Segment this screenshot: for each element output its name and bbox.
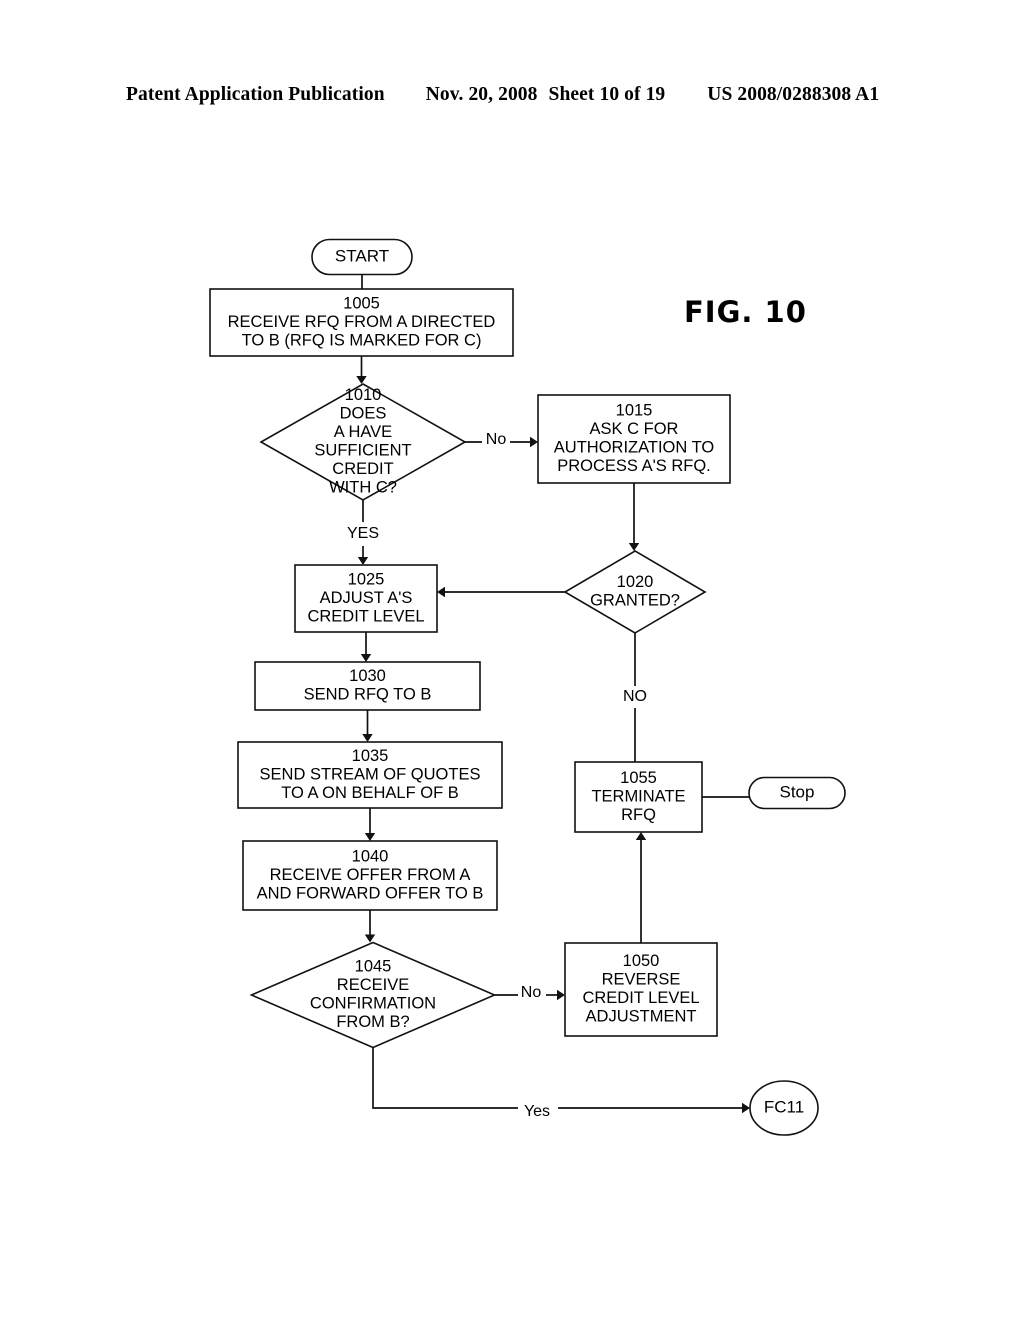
flow-node-text: 1050 bbox=[623, 952, 660, 970]
flow-node-text: A HAVE bbox=[334, 423, 392, 441]
connector-line bbox=[372, 1047, 518, 1109]
flow-node-text: TO A ON BEHALF OF B bbox=[281, 784, 459, 802]
flow-node-text: TO B (RFQ IS MARKED FOR C) bbox=[242, 331, 482, 349]
connector-arrowhead bbox=[530, 436, 538, 448]
flow-node-text: RECEIVE RFQ FROM A DIRECTED bbox=[228, 313, 496, 331]
flow-node-1055: 1055TERMINATERFQ bbox=[574, 761, 703, 833]
flow-node-text: ASK C FOR bbox=[590, 420, 679, 438]
flow-node-text: PROCESS A'S RFQ. bbox=[557, 457, 711, 475]
flow-node-text: SUFFICIENT bbox=[314, 442, 411, 460]
connector-arrowhead bbox=[357, 557, 369, 565]
flow-node-start: START bbox=[311, 238, 413, 276]
connector-arrowhead bbox=[362, 734, 373, 742]
flow-node-text: 1015 bbox=[616, 402, 653, 420]
edge-label-lbl-no-1020: NO bbox=[623, 688, 647, 705]
flow-node-1045: 1045RECEIVECONFIRMATIONFROM B? bbox=[249, 941, 497, 1049]
flow-node-text: TERMINATE bbox=[591, 787, 685, 805]
edge-label-lbl-no-1045: No bbox=[521, 984, 542, 1001]
flow-node-1020: 1020GRANTED? bbox=[563, 550, 707, 634]
connector-arrowhead bbox=[437, 586, 445, 598]
flow-node-text: 1045 bbox=[355, 958, 392, 976]
flow-node-1050: 1050REVERSECREDIT LEVELADJUSTMENT bbox=[564, 942, 718, 1037]
connector-arrowhead bbox=[356, 376, 367, 384]
flow-node-text: CREDIT LEVEL bbox=[582, 989, 699, 1007]
patent-figure-page: Patent Application Publication Nov. 20, … bbox=[0, 0, 1024, 1320]
flow-node-text: DOES bbox=[340, 405, 387, 423]
flow-node-1005: 1005RECEIVE RFQ FROM A DIRECTEDTO B (RFQ… bbox=[209, 288, 514, 357]
flow-node-text: CONFIRMATION bbox=[310, 995, 436, 1013]
flow-node-text: ADJUST A'S bbox=[320, 589, 413, 607]
flow-node-text: Stop bbox=[780, 782, 815, 801]
flow-node-text: AND FORWARD OFFER TO B bbox=[257, 884, 484, 902]
flow-node-text: GRANTED? bbox=[590, 592, 680, 610]
flow-node-text: 1025 bbox=[348, 570, 385, 588]
flow-node-stop: Stop bbox=[748, 776, 846, 810]
flow-node-1040: 1040RECEIVE OFFER FROM AAND FORWARD OFFE… bbox=[242, 840, 498, 911]
flow-node-text: 1035 bbox=[352, 747, 389, 765]
flow-node-1025: 1025ADJUST A'SCREDIT LEVEL bbox=[294, 564, 438, 633]
connector-arrowhead bbox=[360, 654, 372, 662]
edge-label-lbl-no-1010: No bbox=[486, 431, 507, 448]
connector-arrowhead bbox=[635, 832, 647, 840]
flow-node-text: RECEIVE OFFER FROM A bbox=[270, 866, 471, 884]
connector-arrowhead bbox=[364, 833, 376, 841]
flow-node-text: 1020 bbox=[617, 573, 654, 591]
flow-node-text: RFQ bbox=[621, 806, 656, 824]
flow-node-1030: 1030SEND RFQ TO B bbox=[254, 661, 481, 711]
flow-node-text: SEND STREAM OF QUOTES bbox=[260, 765, 481, 783]
flow-node-text: SEND RFQ TO B bbox=[304, 686, 432, 704]
connector-arrowhead bbox=[742, 1102, 750, 1114]
flow-node-text: RECEIVE bbox=[337, 976, 409, 994]
flow-node-text: 1010 bbox=[345, 386, 382, 404]
flowchart-diagram: START 1005RECEIVE RFQ FROM A DIRECTEDTO B… bbox=[209, 238, 846, 1136]
flow-node-text: 1055 bbox=[620, 769, 657, 787]
flow-node-text: CREDIT bbox=[332, 460, 393, 478]
connector-arrowhead bbox=[364, 934, 376, 943]
flow-node-text: 1005 bbox=[343, 294, 380, 312]
flow-node-text: START bbox=[335, 246, 389, 265]
flow-node-text: 1030 bbox=[349, 667, 386, 685]
connector-arrowhead bbox=[628, 543, 640, 551]
flow-node-text: CREDIT LEVEL bbox=[307, 607, 424, 625]
flow-node-1010: 1010DOESA HAVESUFFICIENTCREDITWITH C? bbox=[259, 383, 467, 501]
flow-node-text: ADJUSTMENT bbox=[586, 1008, 697, 1026]
flow-node-1035: 1035SEND STREAM OF QUOTESTO A ON BEHALF … bbox=[237, 741, 503, 809]
flow-node-text: WITH C? bbox=[329, 479, 397, 497]
flow-node-text: 1040 bbox=[352, 847, 389, 865]
flow-node-fc11: FC11 bbox=[749, 1080, 819, 1136]
flow-node-1015: 1015ASK C FORAUTHORIZATION TOPROCESS A'S… bbox=[537, 394, 731, 484]
flow-node-text: AUTHORIZATION TO bbox=[554, 439, 715, 457]
edge-label-lbl-yes-1045: Yes bbox=[524, 1103, 550, 1120]
flow-node-text: FC11 bbox=[764, 1097, 804, 1116]
flow-node-text: REVERSE bbox=[602, 971, 681, 989]
flow-node-text: FROM B? bbox=[336, 1013, 409, 1031]
edge-label-lbl-yes-1010: YES bbox=[347, 525, 379, 542]
connector-arrowhead bbox=[557, 989, 565, 1001]
